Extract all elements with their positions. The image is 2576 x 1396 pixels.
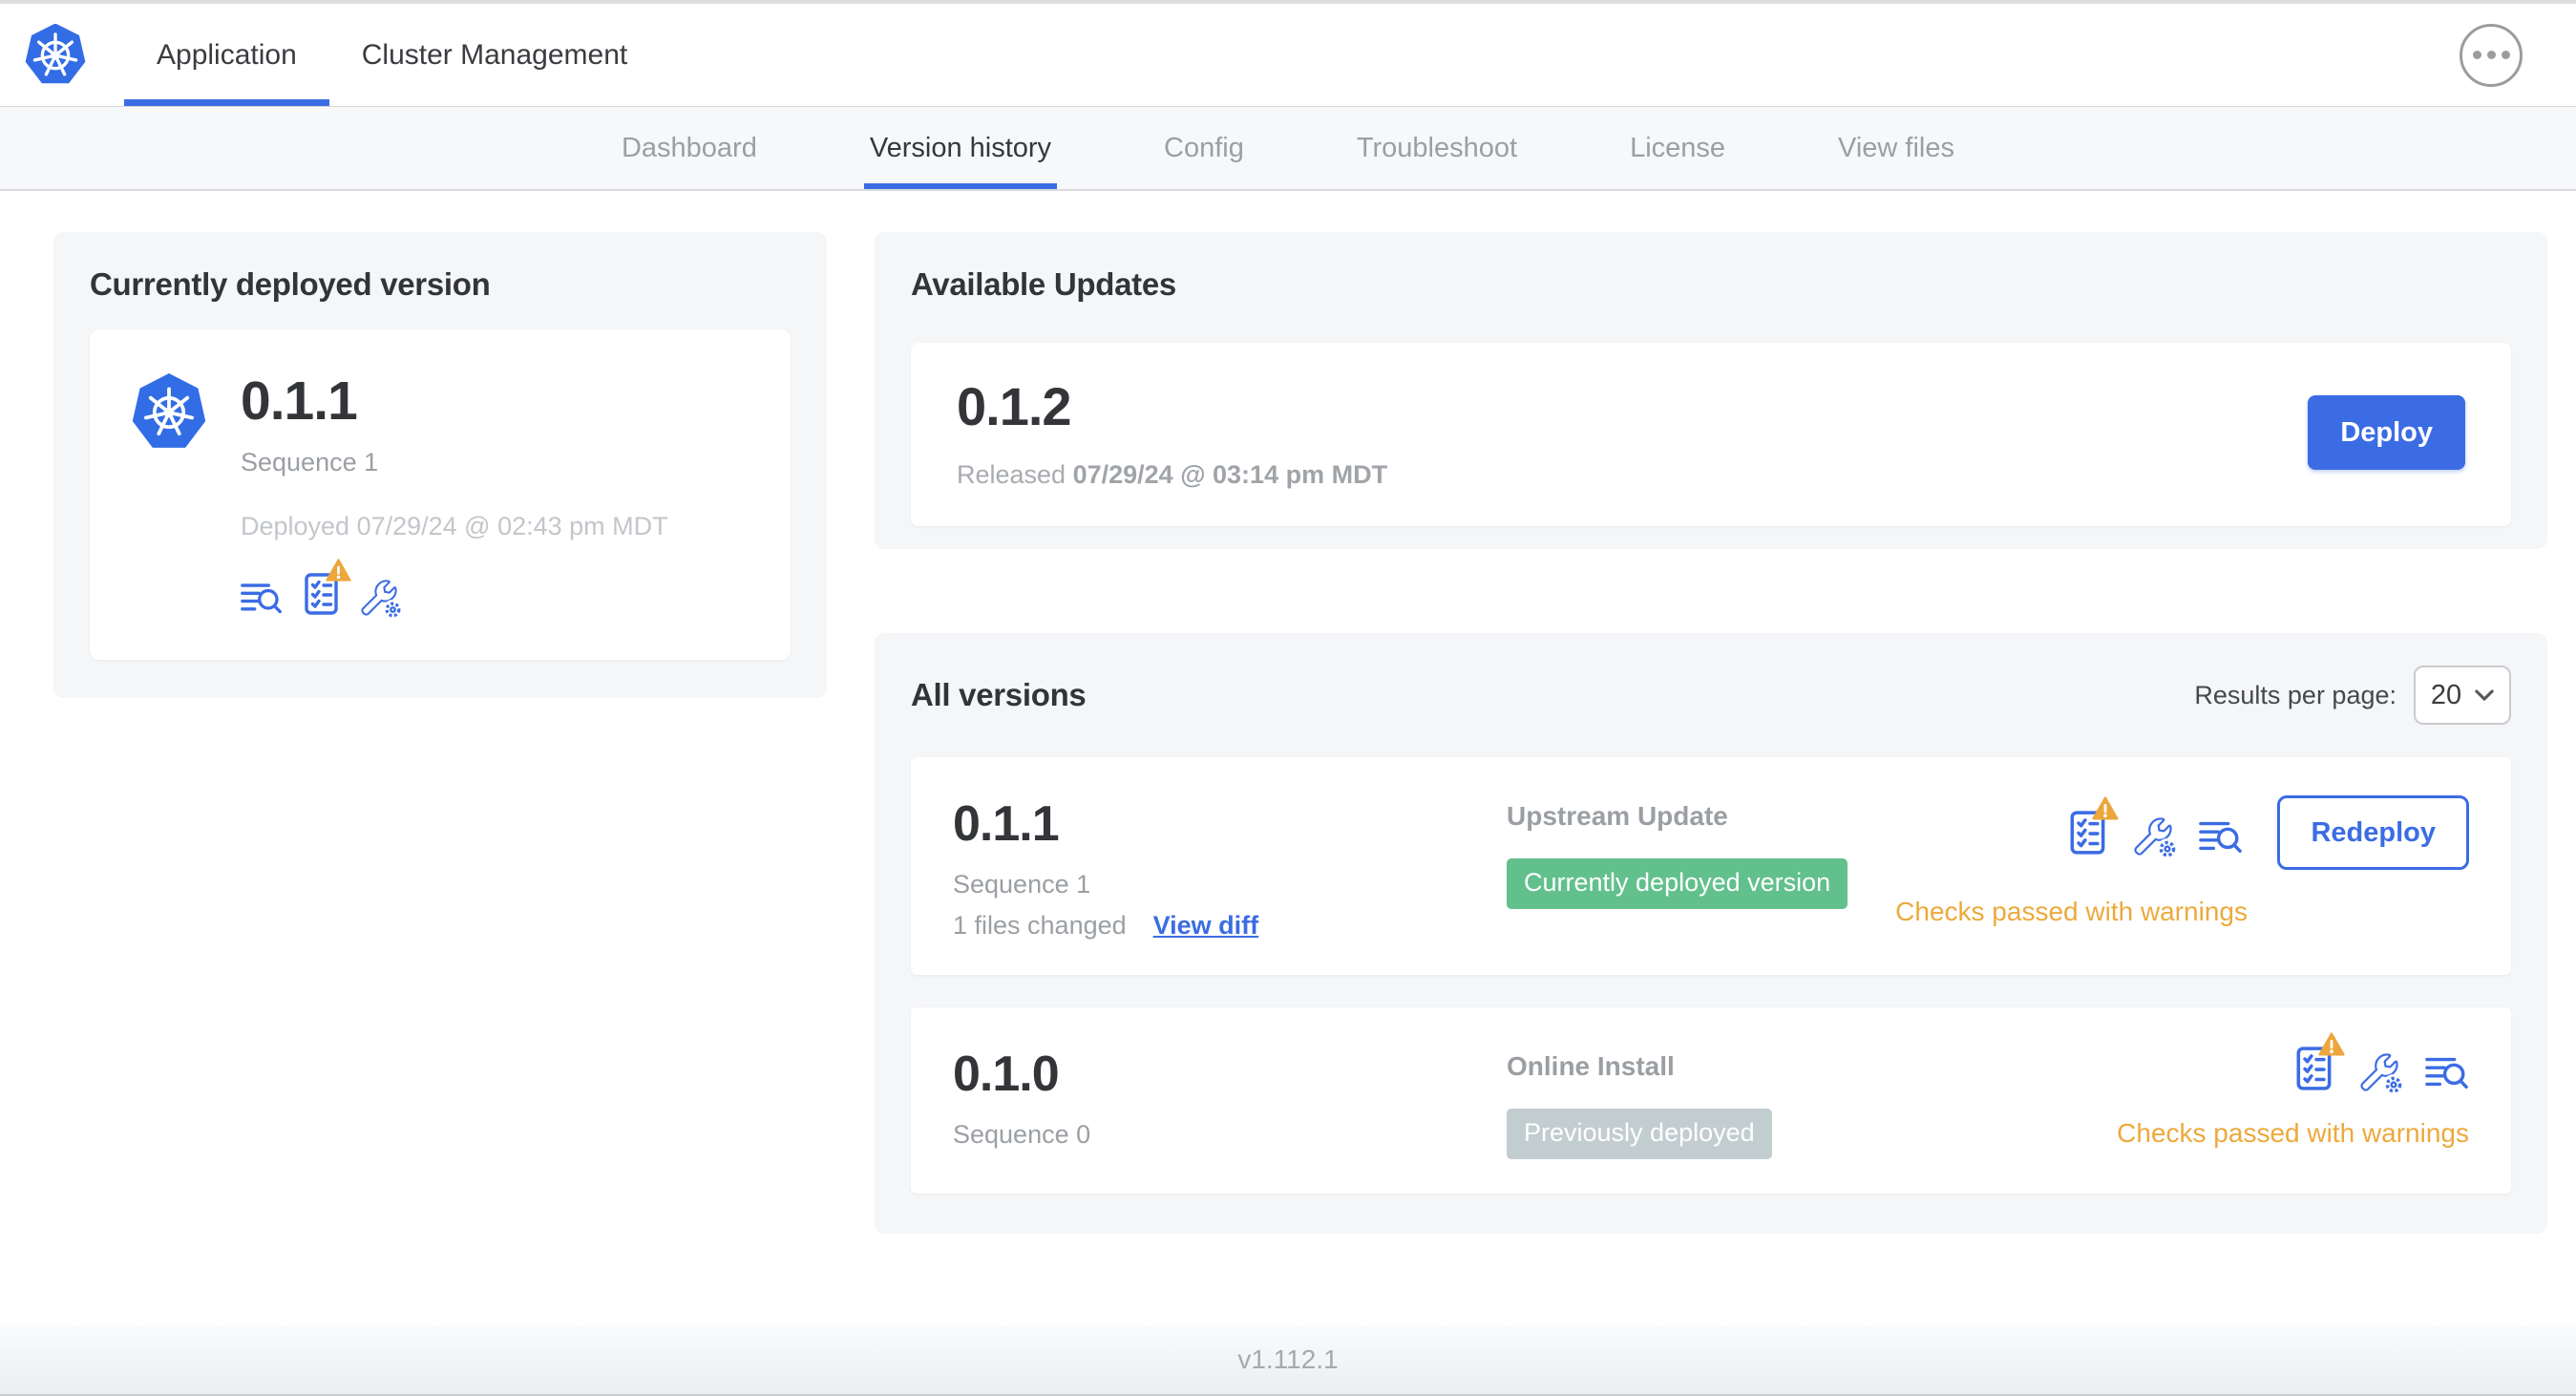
row-version-number: 0.1.1 <box>953 796 1060 852</box>
subtab-license[interactable]: License <box>1630 107 1725 189</box>
subtab-view-files[interactable]: View files <box>1838 107 1954 189</box>
current-version-number: 0.1.1 <box>241 370 358 432</box>
config-icon[interactable] <box>361 580 403 620</box>
app-footer: v1.112.1 <box>0 1325 2576 1396</box>
results-per-page-select[interactable]: 20 <box>2414 666 2511 725</box>
tab-cluster-management[interactable]: Cluster Management <box>329 4 660 106</box>
config-icon[interactable] <box>2134 817 2179 859</box>
subtab-troubleshoot[interactable]: Troubleshoot <box>1357 107 1517 189</box>
overflow-menu-button[interactable] <box>2460 23 2523 87</box>
current-version-info: 0.1.1 Sequence 1 Deployed 07/29/24 @ 02:… <box>241 370 668 620</box>
update-row: 0.1.2 Released 07/29/24 @ 03:14 pm MDT D… <box>911 343 2511 526</box>
warning-icon <box>2318 1032 2345 1056</box>
warning-icon <box>2092 796 2120 820</box>
logs-icon[interactable] <box>2199 815 2243 856</box>
gear-icon <box>383 600 403 620</box>
tab-cluster-management-label: Cluster Management <box>361 38 628 71</box>
right-column: Available Updates 0.1.2 Released 07/29/2… <box>875 232 2547 1234</box>
version-row-status: Online Install Previously deployed <box>1507 1046 2117 1159</box>
app-header: Application Cluster Management <box>0 4 2576 107</box>
main-content: Currently deployed version 0.1.1 Sequenc… <box>0 191 2576 1325</box>
all-versions-card: All versions Results per page: 20 0.1.1 … <box>875 633 2547 1234</box>
currently-deployed-version-card: 0.1.1 Sequence 1 Deployed 07/29/24 @ 02:… <box>90 329 791 660</box>
version-row-actions: Redeploy Checks passed with warnings <box>1895 795 2469 927</box>
results-per-page-label: Results per page: <box>2194 680 2397 709</box>
status-badge-currently-deployed: Currently deployed version <box>1507 858 1848 909</box>
preflight-checks-icon[interactable] <box>2295 1032 2345 1091</box>
row-files-changed: 1 files changed View diff <box>953 911 1259 941</box>
subtab-config[interactable]: Config <box>1164 107 1244 189</box>
row-source: Online Install <box>1507 1051 1675 1081</box>
tab-application[interactable]: Application <box>124 4 329 106</box>
row-version-number: 0.1.0 <box>953 1047 1060 1102</box>
app-sub-nav: Dashboard Version history Config Trouble… <box>0 107 2576 191</box>
version-row-info: 0.1.1 Sequence 1 1 files changed View di… <box>953 795 1507 941</box>
subtab-dashboard[interactable]: Dashboard <box>622 107 757 189</box>
logs-icon[interactable] <box>241 578 283 616</box>
ellipsis-icon <box>2472 51 2481 59</box>
preflight-checks-icon[interactable] <box>304 559 351 616</box>
results-per-page: Results per page: 20 <box>2194 666 2511 725</box>
logs-icon[interactable] <box>2425 1051 2469 1091</box>
currently-deployed-title: Currently deployed version <box>90 266 491 302</box>
app-icon <box>132 373 206 452</box>
current-version-actions <box>241 559 668 620</box>
update-version-number: 0.1.2 <box>957 376 1072 436</box>
available-updates-title: Available Updates <box>911 266 1176 302</box>
gear-icon <box>2383 1074 2404 1095</box>
row-sequence: Sequence 0 <box>953 1120 1091 1149</box>
version-row-0-1-0: 0.1.0 Sequence 0 Online Install Previous… <box>911 1007 2511 1194</box>
checks-status-text[interactable]: Checks passed with warnings <box>2117 1118 2469 1149</box>
all-versions-title: All versions <box>911 677 1087 712</box>
current-sequence: Sequence 1 <box>241 448 379 476</box>
status-badge-previously-deployed: Previously deployed <box>1507 1109 1772 1159</box>
version-row-0-1-1: 0.1.1 Sequence 1 1 files changed View di… <box>911 757 2511 975</box>
results-per-page-value: 20 <box>2430 679 2462 710</box>
update-info: 0.1.2 Released 07/29/24 @ 03:14 pm MDT <box>957 375 1387 490</box>
version-row-info: 0.1.0 Sequence 0 <box>953 1046 1507 1150</box>
currently-deployed-card: Currently deployed version 0.1.1 Sequenc… <box>53 232 827 698</box>
redeploy-button[interactable]: Redeploy <box>2277 795 2469 870</box>
preflight-checks-icon[interactable] <box>2069 796 2120 856</box>
version-row-status: Upstream Update Currently deployed versi… <box>1507 795 1895 909</box>
kubernetes-logo <box>25 23 86 87</box>
chevron-down-icon <box>2475 688 2494 701</box>
all-versions-header: All versions Results per page: 20 <box>911 666 2511 725</box>
subtab-version-history[interactable]: Version history <box>863 107 1058 189</box>
row-source: Upstream Update <box>1507 801 1728 831</box>
admin-console-page: Application Cluster Management Dashboard… <box>0 0 2576 1396</box>
left-column: Currently deployed version 0.1.1 Sequenc… <box>53 232 827 698</box>
update-released-timestamp: Released 07/29/24 @ 03:14 pm MDT <box>957 460 1388 489</box>
gear-icon <box>2157 838 2179 859</box>
warning-icon <box>326 559 351 582</box>
config-icon[interactable] <box>2360 1053 2404 1095</box>
row-sequence: Sequence 1 <box>953 870 1091 899</box>
deploy-button[interactable]: Deploy <box>2308 395 2465 470</box>
app-tab-bar: Application Cluster Management <box>124 4 660 106</box>
tab-application-label: Application <box>157 38 297 71</box>
console-version: v1.112.1 <box>1237 1344 1339 1374</box>
checks-status-text[interactable]: Checks passed with warnings <box>1895 897 2248 927</box>
version-row-actions: Checks passed with warnings <box>2117 1032 2469 1149</box>
view-diff-link[interactable]: View diff <box>1153 911 1259 941</box>
available-updates-card: Available Updates 0.1.2 Released 07/29/2… <box>875 232 2547 549</box>
current-deployed-timestamp: Deployed 07/29/24 @ 02:43 pm MDT <box>241 512 668 540</box>
